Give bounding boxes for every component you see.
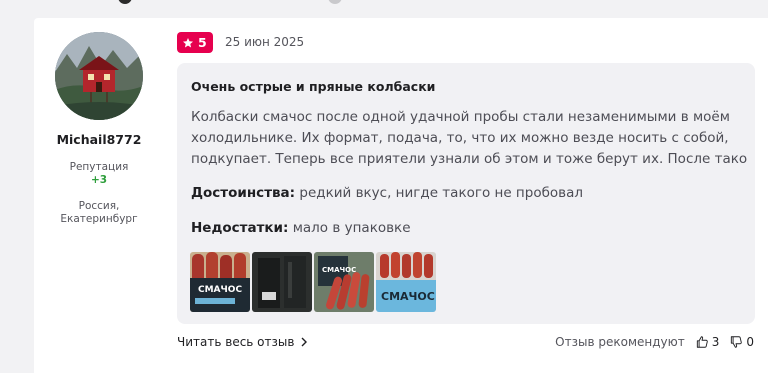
thumbs-down-icon [731, 336, 743, 348]
reputation-value: +3 [90, 174, 108, 186]
review-text-line: подкупает. Теперь все приятели узнали об… [191, 151, 747, 167]
photo-dark-package [252, 252, 312, 312]
star-icon [183, 37, 193, 47]
review-photo-1[interactable]: СМАЧОС [190, 252, 250, 312]
dislike-button[interactable]: 0 [729, 335, 754, 349]
top-strip [0, 0, 768, 8]
reputation-label: Репутация [69, 161, 129, 173]
pros-text: редкий вкус, нигде такого не пробовал [299, 185, 584, 201]
review-votes: Отзыв рекомендуют 3 0 [555, 335, 754, 349]
thumbs-up-icon [696, 336, 708, 348]
location-city: Екатеринбург [60, 213, 138, 225]
recommend-label: Отзыв рекомендуют [555, 335, 685, 349]
cons-text: мало в упаковке [292, 220, 411, 236]
review-date: 25 июн 2025 [225, 35, 305, 49]
review-photo-2[interactable] [252, 252, 312, 312]
photo-sausages-hand: СМАЧОС [314, 252, 374, 312]
review-cons: Недостатки: мало в упаковке [191, 220, 411, 236]
review-body: Очень острые и пряные колбаски Колбаски … [177, 63, 755, 324]
avatar[interactable] [55, 32, 143, 120]
package-label: СМАЧОС [381, 290, 435, 303]
dislikes-count: 0 [746, 335, 754, 349]
cons-label: Недостатки: [191, 220, 289, 236]
photo-sausages-package-open: СМАЧОС [376, 252, 436, 312]
pros-label: Достоинства: [191, 185, 296, 201]
package-label: СМАЧОС [322, 266, 356, 274]
rating-badge: 5 [177, 32, 213, 53]
review-photos: СМАЧОС СМАЧОС СМАЧОС [190, 252, 436, 312]
review-text-line: холодильнике. Их формат, подача, то, что… [191, 130, 729, 146]
avatar-image [55, 32, 143, 120]
like-button[interactable]: 3 [695, 335, 720, 349]
author-username[interactable]: Michail8772 [34, 132, 164, 147]
partial-icon [328, 0, 342, 4]
review-pros: Достоинства: редкий вкус, нигде такого н… [191, 185, 583, 201]
likes-count: 3 [711, 335, 720, 349]
chevron-right-icon [301, 337, 308, 347]
author-location: Россия, Екатеринбург [34, 200, 164, 226]
partial-icon [118, 0, 132, 4]
read-full-label: Читать весь отзыв [177, 335, 295, 349]
rating-value: 5 [198, 35, 207, 50]
review-text[interactable]: Колбаски смачос после одной удачной проб… [191, 107, 747, 170]
photo-sausages-package: СМАЧОС [190, 252, 250, 312]
review-photo-4[interactable]: СМАЧОС [376, 252, 436, 312]
review-text-line: Колбаски смачос после одной удачной проб… [191, 109, 730, 125]
review-title: Очень острые и пряные колбаски [191, 79, 436, 94]
package-label: СМАЧОС [198, 285, 242, 295]
location-country: Россия, [78, 200, 120, 212]
review-photo-3[interactable]: СМАЧОС [314, 252, 374, 312]
read-full-review-link[interactable]: Читать весь отзыв [177, 335, 308, 349]
